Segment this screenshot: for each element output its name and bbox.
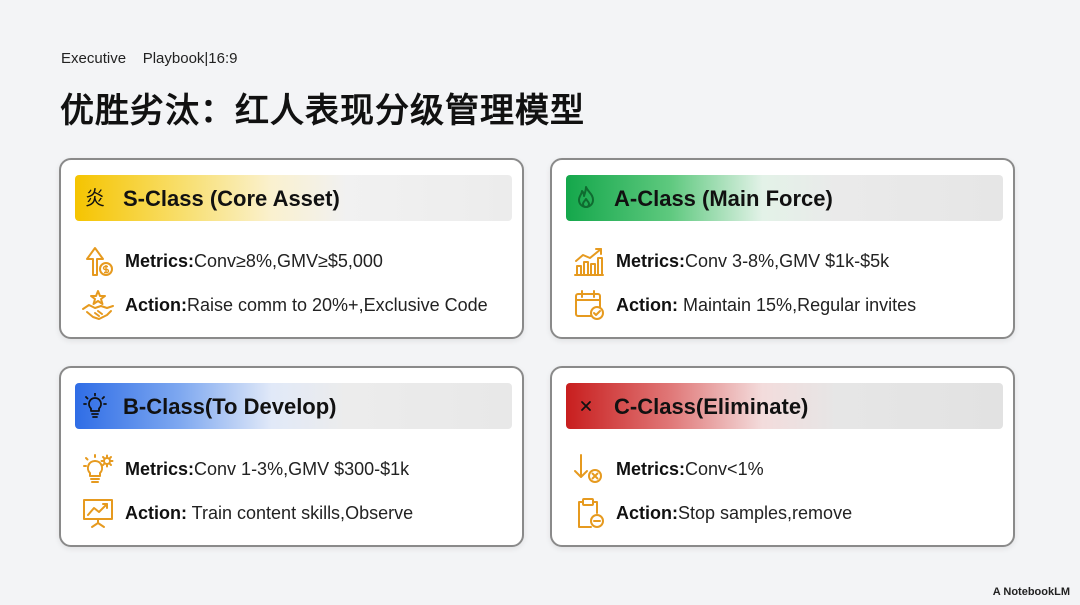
action-label: Action: — [125, 502, 187, 523]
arrow-up-dollar-icon — [81, 244, 115, 278]
action-value: Raise comm to 20%+,Exclusive Code — [187, 294, 488, 315]
clipboard-minus-icon — [572, 496, 606, 530]
action-value: Maintain 15%,Regular invites — [678, 294, 917, 315]
metrics-value: Conv 3-8%,GMV $1k-$5k — [685, 250, 890, 271]
action-label: Action: — [616, 294, 678, 315]
metrics-row: Metrics:Conv<1% — [572, 452, 1002, 486]
fire-icon: 炎 — [85, 186, 105, 210]
action-label: Action: — [125, 294, 187, 315]
arrow-down-x-icon — [572, 452, 606, 486]
card-c-class: C-Class(Eliminate) Metrics:Conv<1% Actio… — [550, 366, 1015, 547]
flame-icon — [574, 186, 598, 210]
metrics-row: Metrics:Conv≥8%,GMV≥$5,000 — [81, 244, 511, 278]
metrics-label: Metrics: — [125, 458, 195, 479]
card-header: A-Class (Main Force) — [566, 175, 1003, 221]
card-header: 炎 S-Class (Core Asset) — [75, 175, 512, 221]
metrics-label: Metrics: — [125, 250, 195, 271]
metrics-value: Conv 1-3%,GMV $300-$1k — [194, 458, 410, 479]
calendar-check-icon — [572, 288, 606, 322]
action-row: Action:Raise comm to 20%+,Exclusive Code — [81, 288, 511, 322]
presentation-board-icon — [81, 496, 115, 530]
action-value: Train content skills,Observe — [187, 502, 414, 523]
metrics-label: Metrics: — [616, 250, 686, 271]
metrics-row: Metrics:Conv 1-3%,GMV $300-$1k — [81, 452, 511, 486]
action-value: Stop samples,remove — [678, 502, 853, 523]
bar-chart-up-icon — [572, 244, 606, 278]
metrics-value: Conv<1% — [685, 458, 764, 479]
metrics-value: Conv≥8%,GMV≥$5,000 — [194, 250, 383, 271]
x-icon — [574, 394, 598, 418]
handshake-star-icon — [81, 288, 115, 322]
action-label: Action: — [616, 502, 678, 523]
card-title: B-Class(To Develop) — [123, 394, 337, 419]
lightbulb-gear-icon — [81, 452, 115, 486]
notebooklm-watermark: A NotebookLM — [992, 586, 1070, 598]
header-topline: Executive Playbook|16:9 — [61, 50, 238, 67]
card-s-class: 炎 S-Class (Core Asset) Metrics:Conv≥8%,G… — [59, 158, 524, 339]
metrics-label: Metrics: — [616, 458, 686, 479]
card-a-class: A-Class (Main Force) Metrics:Conv 3-8%,G… — [550, 158, 1015, 339]
action-row: Action: Maintain 15%,Regular invites — [572, 288, 1002, 322]
lightbulb-icon — [83, 393, 107, 418]
action-row: Action: Train content skills,Observe — [81, 496, 511, 530]
card-header: B-Class(To Develop) — [75, 383, 512, 429]
page-title: 优胜劣汰：红人表现分级管理模型 — [60, 91, 585, 131]
card-title: A-Class (Main Force) — [614, 186, 833, 211]
card-title: S-Class (Core Asset) — [123, 186, 340, 211]
metrics-row: Metrics:Conv 3-8%,GMV $1k-$5k — [572, 244, 1002, 278]
card-header: C-Class(Eliminate) — [566, 383, 1003, 429]
card-title: C-Class(Eliminate) — [614, 394, 809, 419]
action-row: Action:Stop samples,remove — [572, 496, 1002, 530]
card-b-class: B-Class(To Develop) Metrics:Conv 1-3%,GM… — [59, 366, 524, 547]
